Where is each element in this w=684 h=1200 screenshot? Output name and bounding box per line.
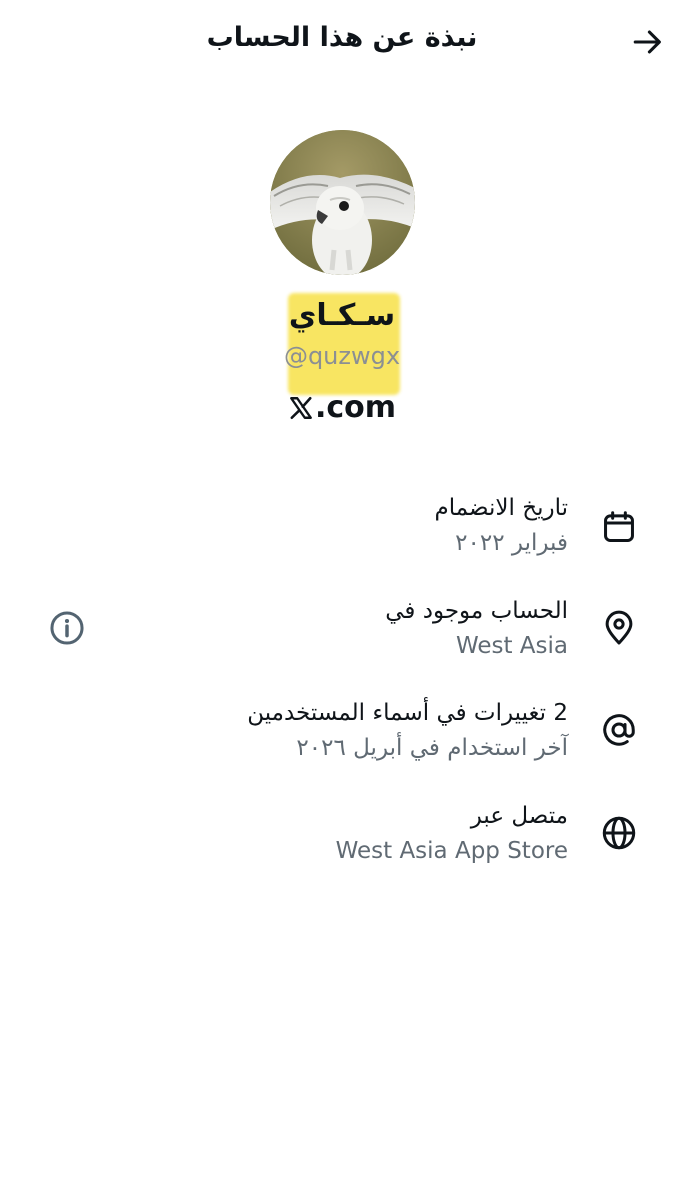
arrow-right-icon [633,30,661,54]
globe-icon [602,816,636,850]
join-date-value: فبراير ٢٠٢٢ [455,530,568,556]
calendar-icon-wrap [598,506,640,548]
site-label: .com [0,390,684,425]
info-row-connected-via: متصل عبر West Asia App Store [0,798,684,878]
site-suffix: .com [314,390,397,425]
x-logo-icon [290,396,312,419]
info-row-username-changes: 2 تغييرات في أسماء المستخدمين آخر استخدا… [0,695,684,775]
info-icon [50,611,84,645]
at-sign-icon [603,714,635,746]
connected-via-title: متصل عبر [470,803,568,829]
about-account-page: نبذة عن هذا الحساب سـكـاي @quzwgx .com ت… [0,0,684,1200]
username-changes-value: آخر استخدام في أبريل ٢٠٢٦ [296,735,568,761]
join-date-title: تاريخ الانضمام [434,495,568,521]
calendar-icon [604,511,634,542]
username-changes-text: 2 تغييرات في أسماء المستخدمين آخر استخدا… [247,695,568,765]
connected-via-value: West Asia App Store [335,838,568,864]
page-title: نبذة عن هذا الحساب [206,22,478,53]
back-button[interactable] [626,20,670,64]
location-title: الحساب موجود في [385,598,568,624]
info-row-join-date: تاريخ الانضمام فبراير ٢٠٢٢ [0,490,684,570]
falcon-avatar-image [270,130,415,275]
connected-via-text: متصل عبر West Asia App Store [336,798,568,868]
location-info-button[interactable] [46,607,88,649]
location-pin-icon [605,610,633,645]
display-name: سـكـاي [288,298,396,333]
avatar[interactable] [270,130,415,275]
header: نبذة عن هذا الحساب [0,0,684,84]
location-icon-wrap [598,607,640,649]
username-handle: @quzwgx [283,342,401,370]
info-row-location: الحساب موجود في West Asia [0,593,684,673]
location-text: الحساب موجود في West Asia [385,593,568,663]
username-changes-title: 2 تغييرات في أسماء المستخدمين [247,700,568,726]
location-value: West Asia [455,633,568,659]
at-icon-wrap [598,709,640,751]
join-date-text: تاريخ الانضمام فبراير ٢٠٢٢ [435,490,568,560]
globe-icon-wrap [598,812,640,854]
